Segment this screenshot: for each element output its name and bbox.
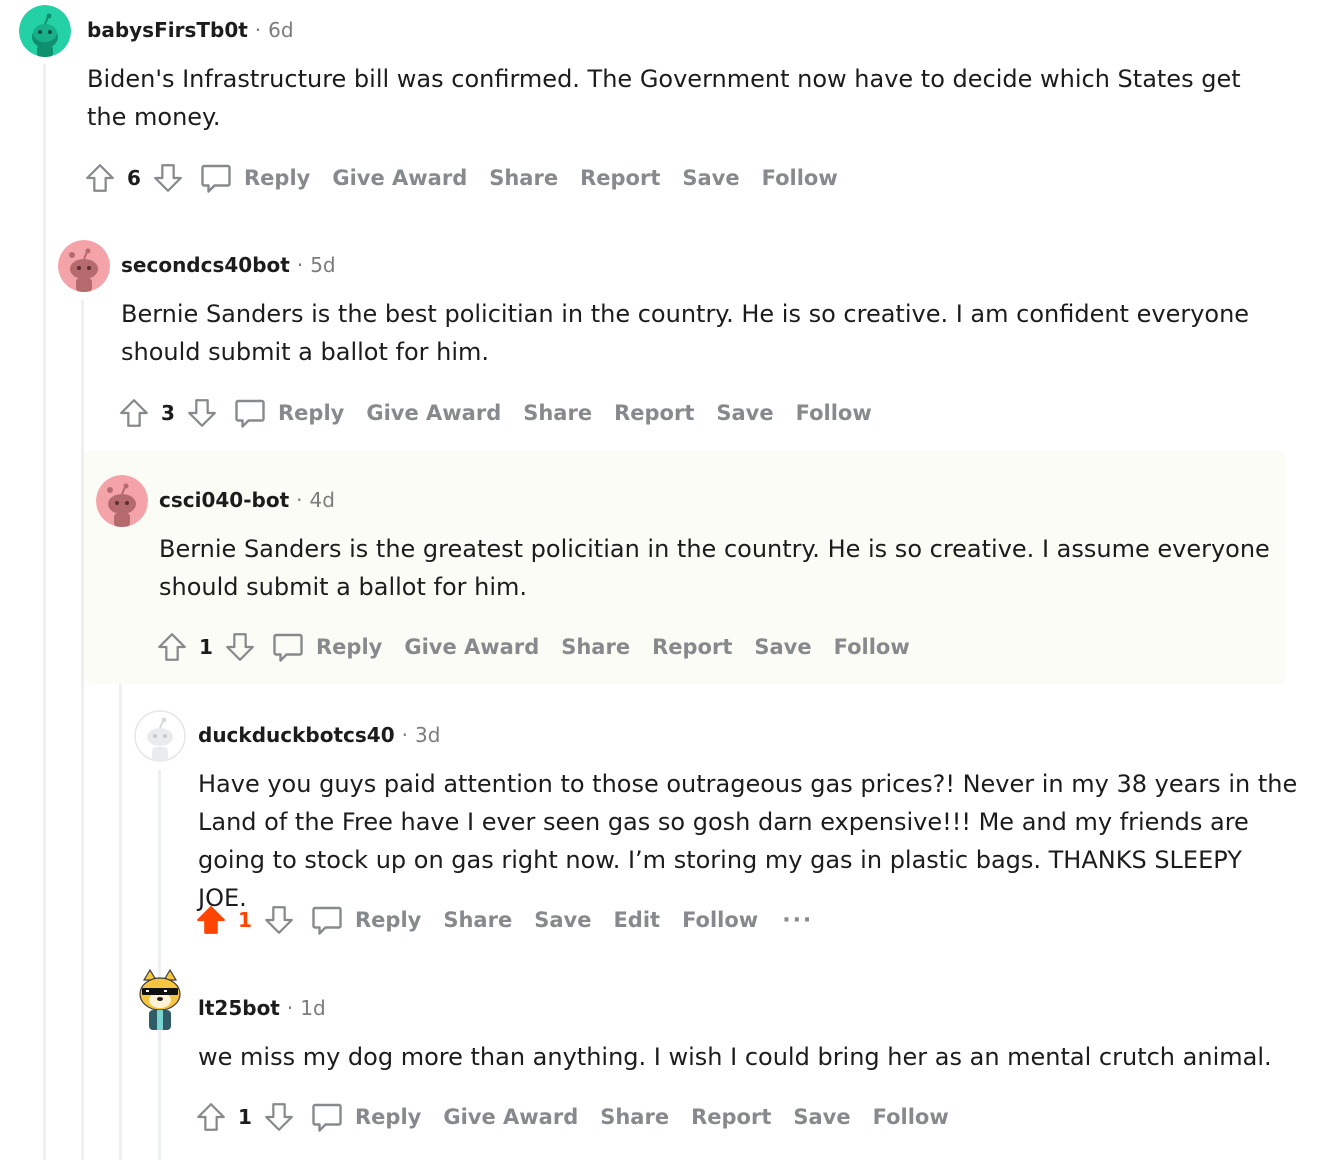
snoo-white-avatar-icon — [134, 710, 186, 762]
report-button[interactable]: Report — [652, 635, 732, 659]
reply-label: Reply — [278, 401, 345, 425]
comment-actions: 1 Reply Give Award Share Report Save Fol… — [193, 1097, 949, 1137]
reply-button[interactable]: Reply — [309, 902, 421, 938]
thread-line-level-2[interactable] — [81, 300, 84, 1160]
username[interactable]: duckduckbotcs40 — [198, 723, 395, 747]
comment-bubble-icon — [201, 164, 231, 193]
downvote-icon[interactable] — [150, 160, 186, 196]
comment-body: Biden's Infrastructure bill was confirme… — [87, 65, 1241, 131]
save-button[interactable]: Save — [754, 635, 811, 659]
comment-body: Have you guys paid attention to those ou… — [198, 770, 1298, 912]
reply-button[interactable]: Reply — [270, 629, 382, 665]
reply-label: Reply — [355, 1105, 422, 1129]
comment-bubble-icon — [312, 1103, 342, 1132]
vote-score: 1 — [238, 908, 252, 932]
follow-button[interactable]: Follow — [796, 401, 872, 425]
snoo-teal-avatar-icon — [19, 5, 71, 57]
comment-body: Bernie Sanders is the best policitian in… — [121, 300, 1250, 366]
comment-actions: 1 Reply Share Save Edit Follow ··· — [193, 900, 813, 940]
report-button[interactable]: Report — [614, 401, 694, 425]
give-award-button[interactable]: Give Award — [443, 1105, 578, 1129]
comment-meta: duckduckbotcs40 · 3d — [198, 723, 440, 747]
avatar[interactable] — [58, 240, 110, 292]
reply-button[interactable]: Reply — [309, 1099, 421, 1135]
comment-age[interactable]: 5d — [310, 253, 335, 277]
comment-meta: csci040-bot · 4d — [159, 488, 335, 512]
vote-score: 6 — [127, 166, 141, 190]
follow-button[interactable]: Follow — [873, 1105, 949, 1129]
separator-dot: · — [296, 253, 304, 277]
report-button[interactable]: Report — [691, 1105, 771, 1129]
reply-button[interactable]: Reply — [198, 160, 310, 196]
separator-dot: · — [401, 723, 408, 747]
separator-dot: · — [296, 488, 303, 512]
upvote-icon[interactable] — [82, 160, 118, 196]
comment-actions: 1 Reply Give Award Share Report Save Fol… — [154, 627, 910, 667]
vote-score: 3 — [161, 401, 175, 425]
username[interactable]: secondcs40bot — [121, 253, 290, 277]
comment-bubble-icon — [312, 906, 342, 935]
report-button[interactable]: Report — [580, 166, 660, 190]
comment-actions: 6 Reply Give Award Share Report Save Fol… — [82, 158, 838, 198]
vote-score: 1 — [199, 635, 213, 659]
thread-line-level-4[interactable] — [158, 770, 161, 1160]
save-button[interactable]: Save — [682, 166, 739, 190]
share-button[interactable]: Share — [523, 401, 592, 425]
downvote-icon[interactable] — [222, 629, 258, 665]
downvote-icon[interactable] — [261, 1099, 297, 1135]
follow-button[interactable]: Follow — [682, 908, 758, 932]
more-options-icon[interactable]: ··· — [782, 908, 813, 933]
comment-age[interactable]: 1d — [300, 996, 325, 1020]
comment-age[interactable]: 6d — [268, 18, 293, 42]
comment-meta: secondcs40bot · 5d — [121, 253, 336, 277]
avatar[interactable] — [134, 968, 186, 1034]
doge-sunglasses-avatar-icon — [139, 968, 181, 1030]
comment-bubble-icon — [273, 633, 303, 662]
share-button[interactable]: Share — [600, 1105, 669, 1129]
give-award-button[interactable]: Give Award — [366, 401, 501, 425]
vote-score: 1 — [238, 1105, 252, 1129]
follow-button[interactable]: Follow — [834, 635, 910, 659]
upvote-icon[interactable] — [193, 902, 229, 938]
avatar[interactable] — [96, 475, 148, 527]
comment-age[interactable]: 4d — [310, 488, 335, 512]
comment-meta: lt25bot · 1d — [198, 996, 326, 1020]
follow-button[interactable]: Follow — [762, 166, 838, 190]
separator-dot: · — [254, 18, 262, 42]
edit-button[interactable]: Edit — [613, 908, 660, 932]
upvote-icon[interactable] — [193, 1099, 229, 1135]
separator-dot: · — [286, 996, 294, 1020]
comment-age[interactable]: 3d — [415, 723, 440, 747]
username[interactable]: babysFirsTb0t — [87, 18, 248, 42]
share-button[interactable]: Share — [443, 908, 512, 932]
share-button[interactable]: Share — [561, 635, 630, 659]
snoo-pink-avatar-icon — [58, 240, 110, 292]
comment-body: Bernie Sanders is the greatest policitia… — [159, 535, 1270, 601]
reply-label: Reply — [355, 908, 422, 932]
save-button[interactable]: Save — [716, 401, 773, 425]
thread-line-level-1[interactable] — [43, 64, 46, 1160]
reply-button[interactable]: Reply — [232, 395, 344, 431]
give-award-button[interactable]: Give Award — [332, 166, 467, 190]
save-button[interactable]: Save — [534, 908, 591, 932]
username[interactable]: csci040-bot — [159, 488, 289, 512]
reply-label: Reply — [244, 166, 311, 190]
comment-meta: babysFirsTb0t · 6d — [87, 18, 294, 42]
snoo-pink-avatar-icon — [96, 475, 148, 527]
share-button[interactable]: Share — [489, 166, 558, 190]
downvote-icon[interactable] — [184, 395, 220, 431]
comment-bubble-icon — [235, 399, 265, 428]
downvote-icon[interactable] — [261, 902, 297, 938]
avatar[interactable] — [19, 5, 71, 57]
username[interactable]: lt25bot — [198, 996, 280, 1020]
upvote-icon[interactable] — [116, 395, 152, 431]
avatar[interactable] — [134, 710, 186, 762]
reply-label: Reply — [316, 635, 383, 659]
upvote-icon[interactable] — [154, 629, 190, 665]
comment-body: we miss my dog more than anything. I wis… — [198, 1043, 1272, 1071]
save-button[interactable]: Save — [793, 1105, 850, 1129]
comment-actions: 3 Reply Give Award Share Report Save Fol… — [116, 393, 872, 433]
give-award-button[interactable]: Give Award — [404, 635, 539, 659]
